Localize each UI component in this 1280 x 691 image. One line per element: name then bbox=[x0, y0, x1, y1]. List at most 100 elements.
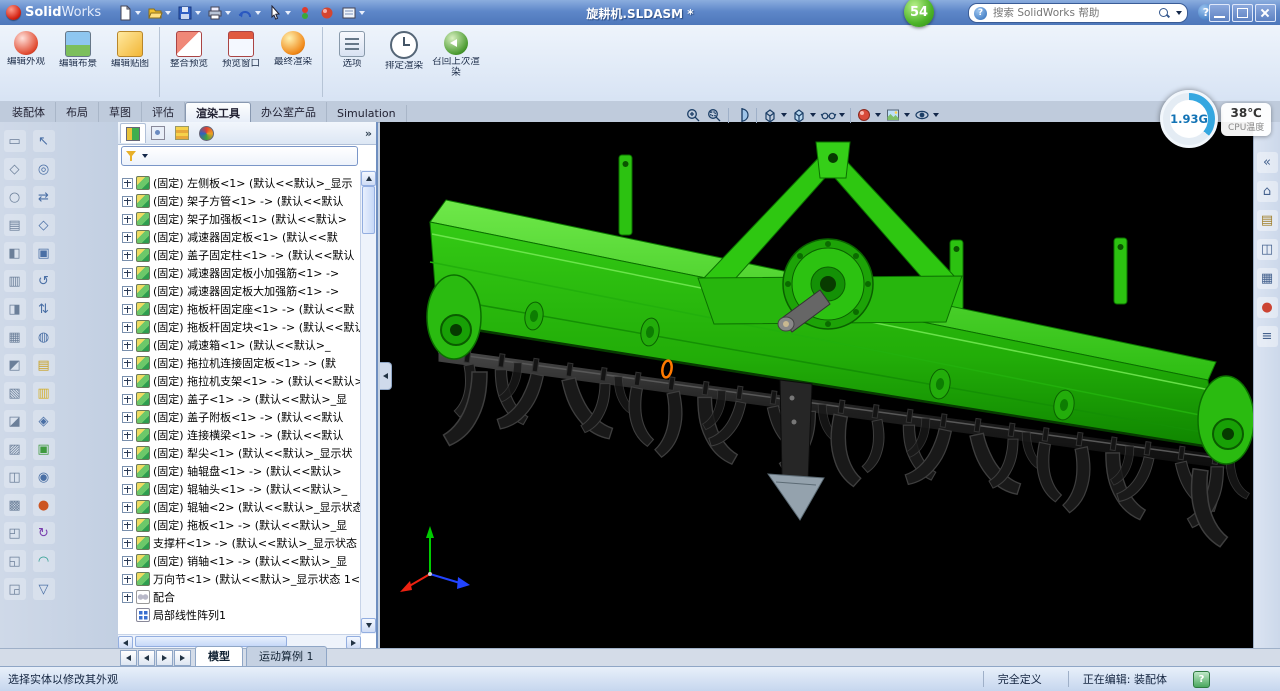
left-tool-2-17[interactable]: ▽ bbox=[33, 578, 55, 600]
scroll-up-button[interactable] bbox=[361, 171, 376, 186]
left-tool-2-12[interactable]: ▣ bbox=[33, 438, 55, 460]
tree-item[interactable]: (固定) 减速器固定板小加强筋<1> -> bbox=[120, 264, 360, 282]
left-tool-1-5[interactable]: ◧ bbox=[4, 242, 26, 264]
undo-dropdown-icon[interactable] bbox=[255, 11, 261, 15]
tree-item[interactable]: (固定) 连接横梁<1> -> (默认<<默认 bbox=[120, 426, 360, 444]
tree-item[interactable]: (固定) 盖子<1> -> (默认<<默认>_显 bbox=[120, 390, 360, 408]
left-tool-1-16[interactable]: ◱ bbox=[4, 550, 26, 572]
tree-item[interactable]: (固定) 盖子固定柱<1> -> (默认<<默认 bbox=[120, 246, 360, 264]
file-explorer-icon[interactable]: ◫ bbox=[1257, 239, 1278, 260]
solidworks-resources-icon[interactable]: ⌂ bbox=[1257, 181, 1278, 202]
tree-item[interactable]: (固定) 盖子附板<1> -> (默认<<默认 bbox=[120, 408, 360, 426]
left-tool-1-6[interactable]: ▥ bbox=[4, 270, 26, 292]
expand-icon[interactable] bbox=[122, 484, 133, 495]
left-tool-2-2[interactable]: ◎ bbox=[33, 158, 55, 180]
left-tool-2-15[interactable]: ↻ bbox=[33, 522, 55, 544]
tree-filter-box[interactable] bbox=[121, 146, 358, 166]
tree-item[interactable]: (固定) 拖板杆固定块<1> -> (默认<<默认>_显 bbox=[120, 318, 360, 336]
section-view-icon[interactable] bbox=[732, 106, 753, 124]
appearances-scenes-icon[interactable]: ● bbox=[1257, 297, 1278, 318]
view-orientation-icon[interactable] bbox=[760, 106, 789, 124]
options-button[interactable]: 选项 bbox=[322, 27, 378, 97]
left-tool-1-1[interactable]: ▭ bbox=[4, 130, 26, 152]
tab-assembly[interactable]: 装配体 bbox=[2, 102, 56, 122]
new-document-button[interactable] bbox=[115, 4, 143, 22]
expand-icon[interactable] bbox=[122, 304, 133, 315]
expand-icon[interactable] bbox=[122, 358, 133, 369]
view-palette-icon[interactable]: ▦ bbox=[1257, 268, 1278, 289]
select-dropdown-icon[interactable] bbox=[285, 11, 291, 15]
expand-icon[interactable] bbox=[122, 286, 133, 297]
save-dropdown-icon[interactable] bbox=[195, 11, 201, 15]
tab-layout[interactable]: 布局 bbox=[56, 102, 99, 122]
tree-item[interactable]: 配合 bbox=[120, 588, 360, 606]
close-button[interactable] bbox=[1255, 4, 1276, 22]
tree-item[interactable]: (固定) 拖拉机支架<1> -> (默认<<默认> bbox=[120, 372, 360, 390]
hide-show-items-icon[interactable] bbox=[818, 106, 847, 124]
left-tool-2-3[interactable]: ⇄ bbox=[33, 186, 55, 208]
apply-scene-icon[interactable] bbox=[883, 106, 912, 124]
tree-item[interactable]: (固定) 辊轴头<1> -> (默认<<默认>_ bbox=[120, 480, 360, 498]
hide-show-dropdown-icon[interactable] bbox=[839, 113, 845, 117]
maximize-button[interactable] bbox=[1232, 4, 1253, 22]
expand-icon[interactable] bbox=[122, 268, 133, 279]
previous-tab-button[interactable] bbox=[138, 650, 155, 666]
tab-simulation[interactable]: Simulation bbox=[327, 105, 407, 122]
left-tool-1-8[interactable]: ▦ bbox=[4, 326, 26, 348]
left-tool-2-8[interactable]: ◍ bbox=[33, 326, 55, 348]
expand-icon[interactable] bbox=[122, 250, 133, 261]
tree-item[interactable]: (固定) 轴辊盘<1> -> (默认<<默认> bbox=[120, 462, 360, 480]
task-pane-collapse-icon[interactable]: « bbox=[1257, 152, 1278, 173]
note-dropdown-icon[interactable] bbox=[359, 11, 365, 15]
expand-icon[interactable] bbox=[122, 592, 133, 603]
zoom-area-icon[interactable] bbox=[704, 106, 725, 124]
apply-scene-dropdown-icon[interactable] bbox=[904, 113, 910, 117]
expand-icon[interactable] bbox=[122, 556, 133, 567]
edit-appearance-dropdown-icon[interactable] bbox=[875, 113, 881, 117]
expand-icon[interactable] bbox=[122, 538, 133, 549]
left-tool-2-4[interactable]: ◇ bbox=[33, 214, 55, 236]
tree-item[interactable]: (固定) 减速器固定板大加强筋<1> -> bbox=[120, 282, 360, 300]
left-tool-1-3[interactable]: ○ bbox=[4, 186, 26, 208]
graphics-viewport[interactable] bbox=[380, 122, 1253, 648]
propertymanager-tab-icon[interactable] bbox=[146, 124, 170, 143]
left-tool-2-6[interactable]: ↺ bbox=[33, 270, 55, 292]
note-button[interactable] bbox=[339, 4, 367, 22]
expand-icon[interactable] bbox=[122, 520, 133, 531]
quick-tips-icon[interactable]: ? bbox=[1193, 671, 1210, 688]
tree-item[interactable]: (固定) 架子加强板<1> (默认<<默认> bbox=[120, 210, 360, 228]
left-tool-1-11[interactable]: ◪ bbox=[4, 410, 26, 432]
left-tool-2-13[interactable]: ◉ bbox=[33, 466, 55, 488]
left-tool-2-7[interactable]: ⇅ bbox=[33, 298, 55, 320]
select-cursor-button[interactable] bbox=[265, 4, 293, 22]
tab-evaluate[interactable]: 评估 bbox=[142, 102, 185, 122]
tree-item[interactable]: 局部线性阵列1 bbox=[120, 606, 360, 624]
left-tool-2-16[interactable]: ◠ bbox=[33, 550, 55, 572]
tree-item[interactable]: (固定) 销轴<1> -> (默认<<默认>_显 bbox=[120, 552, 360, 570]
tree-item[interactable]: (固定) 拖拉机连接固定板<1> -> (默 bbox=[120, 354, 360, 372]
schedule-render-button[interactable]: 排定渲染 bbox=[378, 27, 430, 97]
scroll-down-button[interactable] bbox=[361, 618, 376, 633]
scroll-thumb[interactable] bbox=[362, 186, 375, 234]
tree-item[interactable]: (固定) 减速箱<1> (默认<<默认>_ bbox=[120, 336, 360, 354]
undo-button[interactable] bbox=[235, 4, 263, 22]
left-tool-1-4[interactable]: ▤ bbox=[4, 214, 26, 236]
edit-scene-button[interactable]: 编辑布景 bbox=[52, 27, 104, 97]
integrated-preview-button[interactable]: 整合预览 bbox=[159, 27, 215, 97]
left-tool-2-5[interactable]: ▣ bbox=[33, 242, 55, 264]
search-box[interactable]: ? bbox=[968, 3, 1188, 23]
model-tab[interactable]: 模型 bbox=[195, 646, 243, 666]
tab-render-tools[interactable]: 渲染工具 bbox=[185, 102, 251, 123]
final-render-button[interactable]: 最终渲染 bbox=[267, 27, 319, 97]
custom-properties-icon[interactable]: ≡ bbox=[1257, 326, 1278, 347]
tree-item[interactable]: (固定) 架子方管<1> -> (默认<<默认 bbox=[120, 192, 360, 210]
expand-icon[interactable] bbox=[122, 430, 133, 441]
left-tool-1-13[interactable]: ◫ bbox=[4, 466, 26, 488]
view-orientation-dropdown-icon[interactable] bbox=[781, 113, 787, 117]
next-tab-button[interactable] bbox=[156, 650, 173, 666]
panel-collapse-button[interactable] bbox=[380, 362, 392, 390]
tree-item[interactable]: (固定) 犁尖<1> (默认<<默认>_显示状 bbox=[120, 444, 360, 462]
preview-window-button[interactable]: 预览窗口 bbox=[215, 27, 267, 97]
search-dropdown-icon[interactable] bbox=[1176, 11, 1182, 15]
left-tool-1-9[interactable]: ◩ bbox=[4, 354, 26, 376]
